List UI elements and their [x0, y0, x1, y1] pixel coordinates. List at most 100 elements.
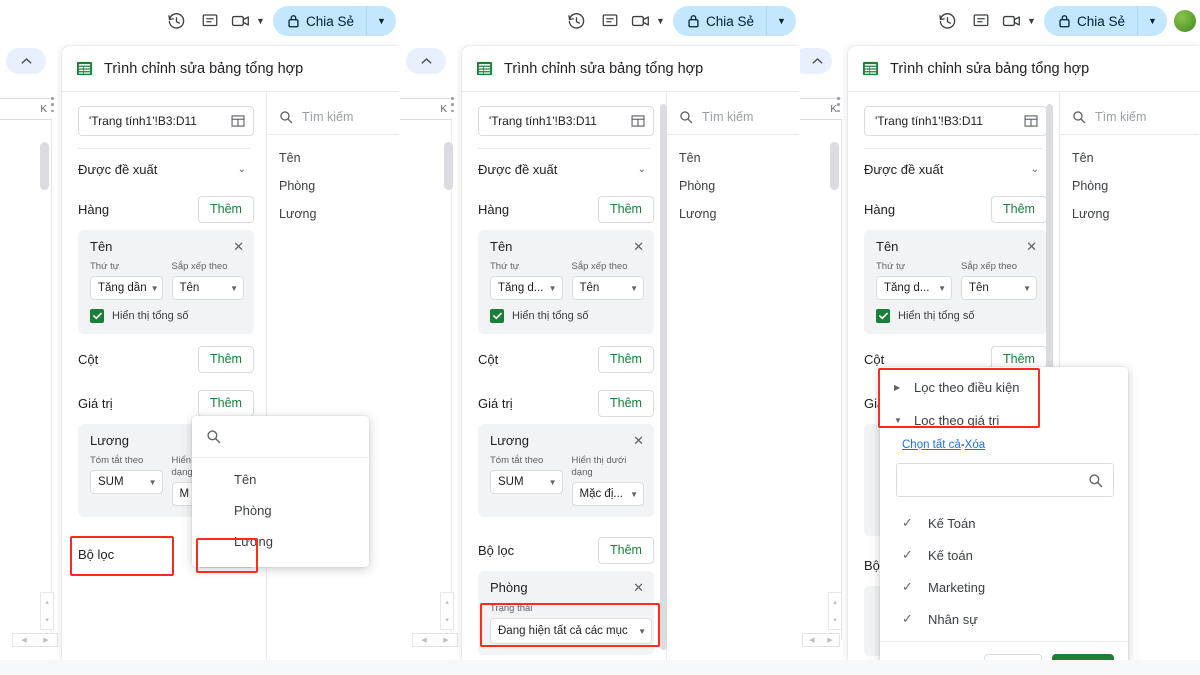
share-dropdown-button[interactable]: ▼ [1137, 6, 1167, 36]
sheet-scroll-stepper[interactable]: ▴ ▾ [40, 592, 54, 630]
sheet-vertical-scrollbar[interactable] [40, 142, 49, 190]
sheet-horizontal-scroll-arrows[interactable]: ◀ ▶ [12, 633, 58, 647]
meet-video-icon[interactable] [998, 4, 1026, 38]
add-row-button[interactable]: Thêm [991, 195, 1047, 223]
field-item[interactable]: Phòng [667, 172, 799, 200]
sheet-horizontal-scroll-arrows[interactable]: ◀ ▶ [412, 633, 458, 647]
filter-value-item[interactable]: ✓ Kế toán [880, 539, 1128, 571]
clear-link[interactable]: Xóa [965, 439, 985, 451]
show-totals-checkbox[interactable] [876, 309, 890, 323]
show-totals-checkbox[interactable] [490, 309, 504, 323]
drag-handle-icon[interactable] [837, 97, 841, 112]
add-value-button[interactable]: Thêm [598, 389, 654, 417]
chevron-down-icon[interactable]: ⌄ [1031, 164, 1039, 175]
field-item[interactable]: Lương [1060, 200, 1199, 228]
avatar[interactable] [1174, 10, 1196, 32]
add-column-button[interactable]: Thêm [598, 345, 654, 373]
field-item[interactable]: Lương [667, 200, 799, 228]
order-select[interactable]: Tăng dần ▼ [90, 276, 163, 300]
suggested-section[interactable]: Được đề xuất ⌄ [462, 149, 666, 190]
add-row-button[interactable]: Thêm [598, 195, 654, 223]
add-filter-button[interactable]: Thêm [598, 536, 654, 564]
add-row-button[interactable]: Thêm [198, 195, 254, 223]
field-search[interactable]: Tìm kiếm [267, 92, 399, 135]
filter-value-item[interactable]: ✓ Nhân sự [880, 603, 1128, 635]
order-select[interactable]: Tăng d... ▼ [490, 276, 563, 300]
chevron-down-icon[interactable]: ⌄ [238, 164, 246, 175]
popup-search[interactable] [192, 416, 369, 458]
field-item[interactable]: Tên [267, 144, 399, 172]
status-select[interactable]: Đang hiện tất cả các mục ▼ [490, 618, 652, 644]
comment-icon[interactable] [193, 4, 227, 38]
field-search[interactable]: Tìm kiếm [667, 92, 799, 135]
sortby-select[interactable]: Tên ▼ [171, 276, 244, 300]
column-header-k[interactable]: K [400, 98, 452, 120]
suggested-section[interactable]: Được đề xuất ⌄ [848, 149, 1059, 190]
chevron-down-icon[interactable]: ⌄ [638, 164, 646, 175]
editor-scrollbar[interactable] [660, 104, 667, 650]
close-icon[interactable]: ✕ [633, 434, 644, 447]
popup-item[interactable]: Lương [192, 526, 369, 557]
meet-video-icon[interactable] [227, 4, 255, 38]
sortby-select[interactable]: Tên ▼ [571, 276, 644, 300]
data-range-input[interactable]: 'Trang tính1'!B3:D11 [864, 106, 1047, 136]
filter-value-item[interactable]: ✓ Kế Toán [880, 507, 1128, 539]
close-icon[interactable]: ✕ [1026, 240, 1037, 253]
field-item[interactable]: Tên [1060, 144, 1199, 172]
sheet-vertical-scrollbar[interactable] [444, 142, 453, 190]
sheet-vertical-scrollbar[interactable] [830, 142, 839, 190]
select-range-icon[interactable] [631, 114, 645, 128]
suggested-section[interactable]: Được đề xuất ⌄ [62, 149, 266, 190]
sortby-select[interactable]: Tên ▼ [961, 276, 1037, 300]
data-range-input[interactable]: 'Trang tính1'!B3:D11 [78, 106, 254, 136]
data-range-input[interactable]: 'Trang tính1'!B3:D11 [478, 106, 654, 136]
comment-icon[interactable] [964, 4, 998, 38]
drag-handle-icon[interactable] [51, 97, 55, 112]
collapse-panel-button[interactable] [800, 48, 832, 74]
meet-dropdown-caret-icon[interactable]: ▼ [656, 16, 665, 26]
sheet-horizontal-scroll-arrows[interactable]: ◀ ▶ [802, 633, 840, 647]
field-item[interactable]: Phòng [1060, 172, 1199, 200]
filter-value-item[interactable]: ✓ Marketing [880, 571, 1128, 603]
select-all-link[interactable]: Chọn tất cả [902, 439, 961, 451]
filter-by-condition-row[interactable]: ▶ Lọc theo điều kiện [880, 367, 1128, 404]
version-history-icon[interactable] [930, 4, 964, 38]
summarize-select[interactable]: SUM ▼ [90, 470, 163, 494]
share-dropdown-button[interactable]: ▼ [366, 6, 396, 36]
meet-video-icon[interactable] [627, 4, 655, 38]
popup-item[interactable]: Phòng [192, 495, 369, 526]
sheet-scroll-stepper[interactable]: ▴ ▾ [828, 592, 842, 630]
field-item[interactable]: Lương [267, 200, 399, 228]
filter-value-search-input[interactable] [896, 463, 1114, 497]
column-header-k[interactable]: K [0, 98, 52, 120]
close-icon[interactable]: ✕ [233, 240, 244, 253]
select-range-icon[interactable] [231, 114, 245, 128]
show-totals-checkbox[interactable] [90, 309, 104, 323]
field-item[interactable]: Phòng [267, 172, 399, 200]
comment-icon[interactable] [593, 4, 627, 38]
select-range-icon[interactable] [1024, 114, 1038, 128]
close-icon[interactable]: ✕ [633, 240, 644, 253]
collapse-panel-button[interactable] [406, 48, 446, 74]
version-history-icon[interactable] [559, 4, 593, 38]
close-icon[interactable]: ✕ [633, 581, 644, 594]
order-select[interactable]: Tăng d... ▼ [876, 276, 952, 300]
showas-select[interactable]: Mặc đị... ▼ [571, 482, 644, 506]
field-search[interactable]: Tìm kiếm [1060, 92, 1199, 135]
add-value-button[interactable]: Thêm [198, 389, 254, 417]
version-history-icon[interactable] [159, 4, 193, 38]
drag-handle-icon[interactable] [451, 97, 455, 112]
popup-item[interactable]: Tên [192, 464, 369, 495]
sheet-scroll-stepper[interactable]: ▴ ▾ [440, 592, 454, 630]
collapse-panel-button[interactable] [6, 48, 46, 74]
share-button[interactable]: Chia Sẻ [1043, 6, 1137, 36]
meet-dropdown-caret-icon[interactable]: ▼ [256, 16, 265, 26]
column-header-k[interactable]: K [800, 98, 842, 120]
meet-dropdown-caret-icon[interactable]: ▼ [1027, 16, 1036, 26]
add-column-button[interactable]: Thêm [198, 345, 254, 373]
share-button[interactable]: Chia Sẻ [272, 6, 366, 36]
share-button[interactable]: Chia Sẻ [672, 6, 766, 36]
summarize-select[interactable]: SUM ▼ [490, 470, 563, 494]
share-dropdown-button[interactable]: ▼ [766, 6, 796, 36]
filter-by-value-row[interactable]: ▼ Lọc theo giá trị [880, 404, 1128, 437]
